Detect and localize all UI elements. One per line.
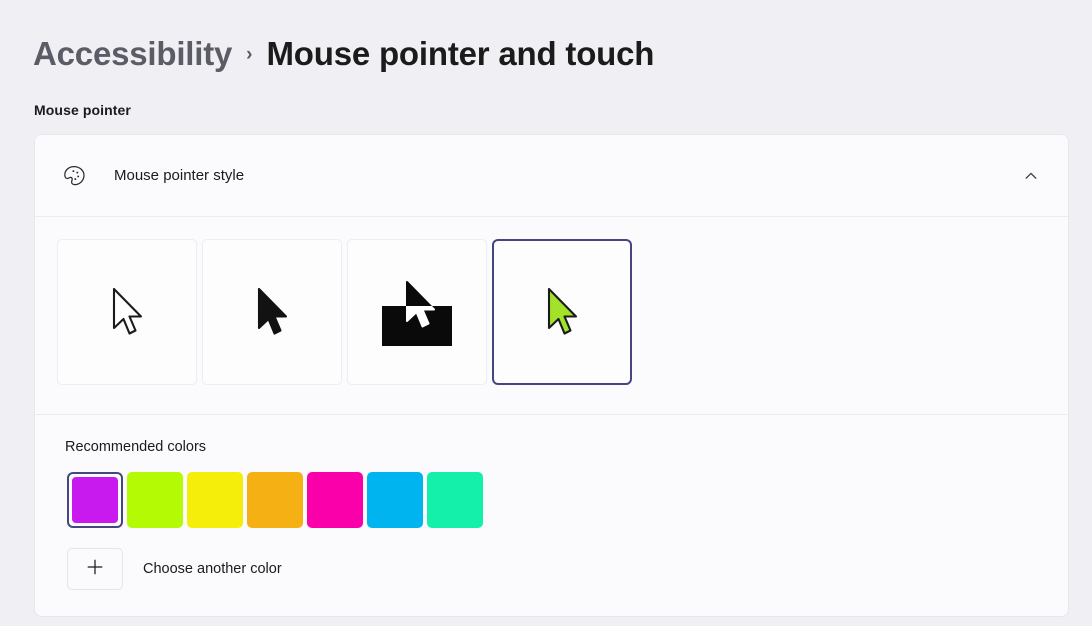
section-label-mouse-pointer: Mouse pointer xyxy=(34,102,131,118)
cursor-inverted-icon xyxy=(382,281,452,346)
cursor-black-icon xyxy=(257,287,288,335)
card-header-mouse-pointer-style[interactable]: Mouse pointer style xyxy=(35,135,1068,217)
cursor-white-icon xyxy=(112,287,143,335)
color-swatch-fill xyxy=(187,472,243,528)
chevron-up-icon[interactable] xyxy=(1014,159,1048,193)
cursor-custom-color-icon xyxy=(547,287,578,335)
pointer-style-option-black[interactable] xyxy=(202,239,342,385)
color-swatch-magenta[interactable] xyxy=(307,472,363,528)
page-title: Mouse pointer and touch xyxy=(266,34,655,72)
color-swatch-amber[interactable] xyxy=(247,472,303,528)
color-swatch-lime[interactable] xyxy=(127,472,183,528)
color-swatch-fill xyxy=(367,472,423,528)
choose-another-color-row[interactable]: Choose another color xyxy=(67,548,1068,590)
pointer-style-option-custom[interactable] xyxy=(492,239,632,385)
color-swatch-fill xyxy=(247,472,303,528)
breadcrumb-parent-accessibility[interactable]: Accessibility xyxy=(33,37,232,70)
color-swatch-purple[interactable] xyxy=(67,472,123,528)
palette-icon xyxy=(57,159,91,193)
pointer-style-options xyxy=(35,217,1068,414)
color-swatch-row xyxy=(67,472,1068,528)
chevron-right-icon: › xyxy=(246,43,253,65)
card-header-title: Mouse pointer style xyxy=(114,167,245,184)
color-swatch-fill xyxy=(427,472,483,528)
breadcrumb: Accessibility › Mouse pointer and touch xyxy=(33,26,654,80)
color-swatch-fill xyxy=(307,472,363,528)
color-swatch-teal[interactable] xyxy=(427,472,483,528)
color-swatch-fill xyxy=(72,477,118,523)
color-swatch-blue[interactable] xyxy=(367,472,423,528)
plus-icon xyxy=(85,557,105,582)
mouse-pointer-style-card: Mouse pointer style Recommended colors C… xyxy=(34,134,1069,617)
choose-another-color-button[interactable] xyxy=(67,548,123,590)
color-swatch-yellow[interactable] xyxy=(187,472,243,528)
choose-another-color-label: Choose another color xyxy=(143,561,282,577)
pointer-style-option-inverted[interactable] xyxy=(347,239,487,385)
recommended-colors-title: Recommended colors xyxy=(65,439,207,455)
color-swatch-fill xyxy=(127,472,183,528)
pointer-style-option-white[interactable] xyxy=(57,239,197,385)
recommended-colors-section: Recommended colors Choose another color xyxy=(35,415,1068,616)
